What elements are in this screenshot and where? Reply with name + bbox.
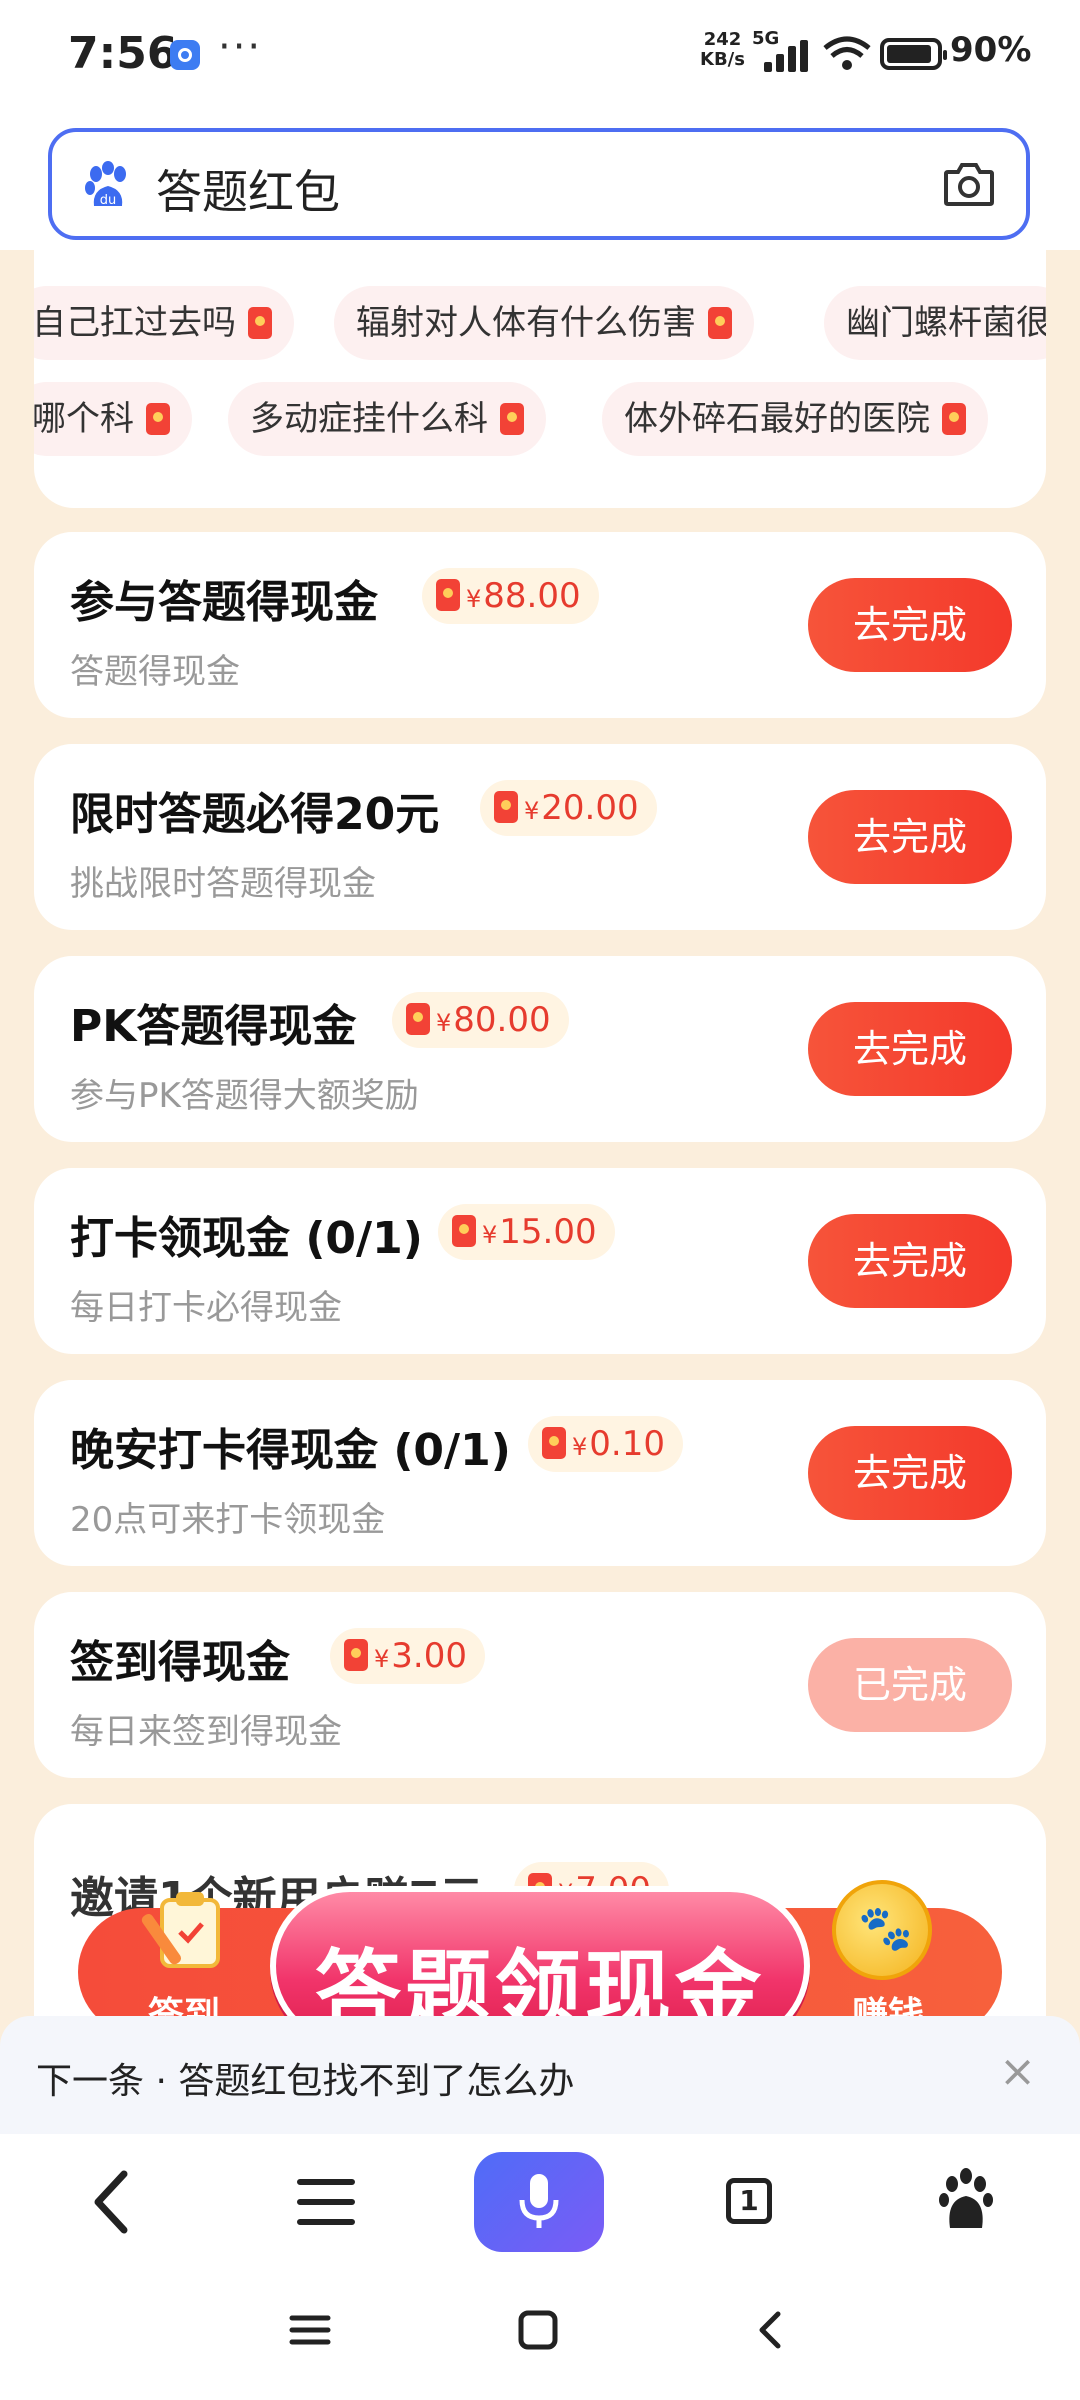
- browser-toolbar: 1: [0, 2134, 1080, 2270]
- tag-item[interactable]: 自己扛过去吗: [34, 286, 294, 360]
- tag-item[interactable]: 哪个科: [34, 382, 192, 456]
- go-complete-button[interactable]: 去完成: [808, 1002, 1012, 1096]
- reward-amount: 3.00: [391, 1636, 467, 1676]
- checkin-pencil-icon: [141, 1892, 220, 1968]
- tag-item[interactable]: 多动症挂什么科: [228, 382, 546, 456]
- next-article-text[interactable]: 下一条 · 答题红包找不到了怎么办: [36, 2052, 574, 2104]
- red-envelope-icon: [494, 791, 518, 823]
- reward-amount: 88.00: [483, 576, 581, 616]
- menu-icon[interactable]: [256, 2134, 396, 2270]
- red-envelope-icon: [942, 403, 966, 435]
- tag-label: 哪个科: [34, 399, 134, 439]
- status-time: 7:56: [68, 28, 178, 79]
- task-card: 晚安打卡得现金 (0/1) ¥0.10 20点可来打卡领现金 去完成: [34, 1380, 1046, 1566]
- reward-amount: 80.00: [453, 1000, 551, 1040]
- battery-icon: [880, 38, 947, 70]
- task-subtitle: 答题得现金: [70, 652, 240, 692]
- go-complete-button[interactable]: 去完成: [808, 1426, 1012, 1520]
- red-envelope-icon: [452, 1215, 476, 1247]
- tabs-count: 1: [726, 2178, 772, 2224]
- earn-coin-icon: [832, 1880, 932, 1980]
- network-speed: 242 KB/s: [700, 30, 745, 70]
- reward-badge: ¥3.00: [330, 1628, 485, 1684]
- red-envelope-icon: [146, 403, 170, 435]
- tabs-button[interactable]: 1: [682, 2134, 822, 2270]
- hot-tags-card: 自己扛过去吗 辐射对人体有什么伤害 幽门螺杆菌很 哪个科 多动症挂什么科 体外碎…: [34, 250, 1046, 508]
- camera-icon[interactable]: [942, 160, 996, 208]
- task-card: 限时答题必得20元 ¥20.00 挑战限时答题得现金 去完成: [34, 744, 1046, 930]
- red-envelope-icon: [542, 1427, 566, 1459]
- tag-label: 自己扛过去吗: [34, 303, 236, 343]
- red-envelope-icon: [708, 307, 732, 339]
- go-complete-button[interactable]: 去完成: [808, 578, 1012, 672]
- yen-symbol: ¥: [436, 1009, 452, 1037]
- task-card: 参与答题得现金 ¥88.00 答题得现金 去完成: [34, 532, 1046, 718]
- status-bar: 7:56 ··· 242 KB/s 5G 90%: [0, 0, 1080, 110]
- task-title: 打卡领现金 (0/1): [70, 1213, 423, 1264]
- search-bar-area: du 答题红包: [0, 110, 1080, 250]
- red-envelope-icon: [500, 403, 524, 435]
- baidu-paw-icon: du: [85, 161, 126, 208]
- reward-badge: ¥15.00: [438, 1204, 615, 1260]
- search-input[interactable]: du 答题红包: [48, 128, 1030, 240]
- task-title: 参与答题得现金: [70, 577, 378, 628]
- yen-symbol: ¥: [374, 1645, 390, 1673]
- reward-badge: ¥80.00: [392, 992, 569, 1048]
- tag-label: 幽门螺杆菌很: [846, 303, 1046, 343]
- yen-symbol: ¥: [466, 585, 482, 613]
- back-icon[interactable]: [42, 2134, 182, 2270]
- reward-badge: ¥88.00: [422, 568, 599, 624]
- task-title: 晚安打卡得现金 (0/1): [70, 1425, 511, 1476]
- red-envelope-icon: [248, 307, 272, 339]
- home-icon[interactable]: [508, 2300, 568, 2360]
- task-subtitle: 每日打卡必得现金: [70, 1288, 342, 1328]
- wifi-icon: [823, 36, 871, 70]
- tag-item[interactable]: 辐射对人体有什么伤害: [334, 286, 754, 360]
- yen-symbol: ¥: [482, 1221, 498, 1249]
- task-card: PK答题得现金 ¥80.00 参与PK答题得大额奖励 去完成: [34, 956, 1046, 1142]
- svg-text:du: du: [100, 193, 117, 208]
- system-back-icon[interactable]: [740, 2300, 800, 2360]
- tag-label: 体外碎石最好的医院: [624, 399, 930, 439]
- yen-symbol: ¥: [524, 797, 540, 825]
- task-title: PK答题得现金: [70, 1001, 357, 1052]
- tag-item[interactable]: 幽门螺杆菌很: [824, 286, 1046, 360]
- task-subtitle: 参与PK答题得大额奖励: [70, 1076, 419, 1116]
- reward-badge: ¥0.10: [528, 1416, 683, 1472]
- completed-button[interactable]: 已完成: [808, 1638, 1012, 1732]
- close-icon[interactable]: ×: [999, 2046, 1036, 2097]
- next-article-bar[interactable]: 下一条 · 答题红包找不到了怎么办 ×: [0, 2016, 1080, 2134]
- task-subtitle: 每日来签到得现金: [70, 1712, 342, 1752]
- task-title: 限时答题必得20元: [70, 789, 440, 840]
- task-subtitle: 20点可来打卡领现金: [70, 1500, 386, 1540]
- task-card: 签到得现金 ¥3.00 每日来签到得现金 已完成: [34, 1592, 1046, 1778]
- tag-label: 多动症挂什么科: [250, 399, 488, 439]
- tag-label: 辐射对人体有什么伤害: [356, 303, 696, 343]
- microphone-icon: [519, 2174, 559, 2228]
- app-notification-icon: [170, 40, 200, 70]
- recent-apps-icon[interactable]: [280, 2300, 340, 2360]
- red-envelope-icon: [344, 1639, 368, 1671]
- reward-amount: 0.10: [589, 1424, 665, 1464]
- go-complete-button[interactable]: 去完成: [808, 790, 1012, 884]
- baidu-home-icon[interactable]: [896, 2134, 1036, 2270]
- yen-symbol: ¥: [572, 1433, 588, 1461]
- task-card: 打卡领现金 (0/1) ¥15.00 每日打卡必得现金 去完成: [34, 1168, 1046, 1354]
- task-subtitle: 挑战限时答题得现金: [70, 864, 376, 904]
- go-complete-button[interactable]: 去完成: [808, 1214, 1012, 1308]
- red-envelope-icon: [436, 579, 460, 611]
- reward-badge: ¥20.00: [480, 780, 657, 836]
- signal-icon: [764, 40, 812, 72]
- network-speed-text: 242 KB/s: [700, 29, 745, 70]
- reward-amount: 15.00: [499, 1212, 597, 1252]
- battery-level: 90%: [950, 30, 1032, 70]
- voice-search-button[interactable]: [474, 2152, 604, 2252]
- reward-amount: 20.00: [541, 788, 639, 828]
- more-notifications-icon: ···: [218, 24, 263, 70]
- search-query: 答题红包: [156, 165, 340, 219]
- system-navigation-bar: [0, 2270, 1080, 2400]
- task-title: 签到得现金: [70, 1637, 290, 1688]
- tag-item[interactable]: 体外碎石最好的医院: [602, 382, 988, 456]
- red-envelope-icon: [406, 1003, 430, 1035]
